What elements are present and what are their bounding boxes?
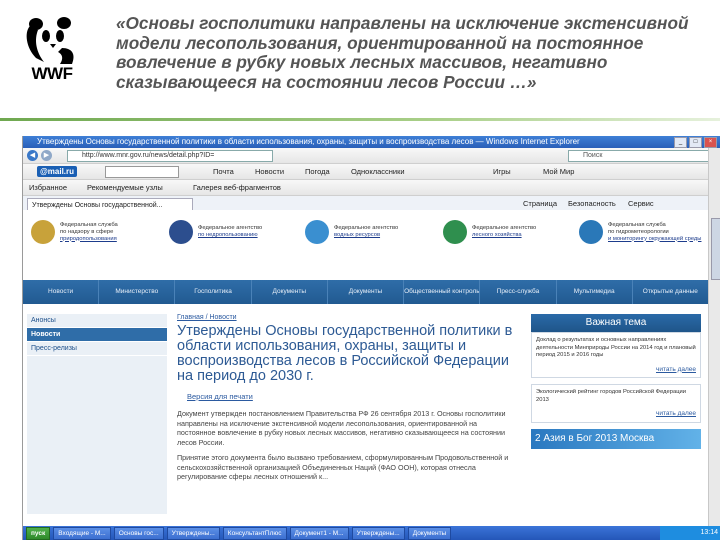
toolbar-weather[interactable]: Погода [305, 164, 330, 179]
taskbar-item[interactable]: Документы [407, 526, 452, 540]
nav-item[interactable]: Госполитика [175, 280, 252, 304]
emblem-icon [579, 220, 603, 244]
article-title: Утверждены Основы государственной полити… [177, 323, 513, 384]
minimize-button[interactable]: _ [674, 137, 687, 148]
search-input[interactable]: Поиск [568, 150, 714, 162]
toolbar-news[interactable]: Новости [255, 164, 284, 179]
web-page: Федеральная служба по надзору в сфере прир… [23, 210, 709, 528]
browser-screenshot: Утверждены Основы государственной полити… [22, 136, 720, 540]
taskbar-item[interactable]: КонсультантПлюс [222, 526, 287, 540]
org-link-4[interactable]: Федеральное агентство лесного хозяйства [443, 220, 536, 244]
sidebar-item-announcements[interactable]: Анонсы [27, 314, 167, 328]
divider [0, 118, 720, 121]
taskbar-item[interactable]: Утверждены... [166, 526, 220, 540]
nav-item[interactable]: Документы [328, 280, 405, 304]
org-line: Федеральная служба [608, 221, 666, 228]
emblem-icon [31, 220, 55, 244]
nav-item[interactable]: Министерство [99, 280, 176, 304]
wwf-logo-text: WWF [31, 64, 73, 83]
nav-item[interactable]: Общественный контроль [404, 280, 481, 304]
important-topic-heading: Важная тема [531, 314, 701, 332]
toolbar-mail[interactable]: Почта [213, 164, 234, 179]
sidebar-item-news[interactable]: Новости [27, 328, 167, 342]
toolbar-games[interactable]: Игры [493, 164, 511, 179]
org-line: по недропользованию [198, 232, 258, 238]
main-nav: Новости Министерство Госполитика Докумен… [23, 280, 709, 304]
suggested-sites-link[interactable]: Рекомендуемые узлы [87, 180, 163, 195]
topic-card: Доклад о результатах и основных направле… [531, 332, 701, 378]
org-line: Федеральное агентство [198, 225, 263, 231]
slide-quote: «Основы госполитики направлены на исключ… [116, 13, 689, 92]
org-link-3[interactable]: Федеральное агентство водных ресурсов [305, 220, 398, 244]
forward-icon[interactable]: ▶ [41, 150, 52, 161]
panda-icon [26, 17, 74, 64]
back-icon[interactable]: ◀ [27, 150, 38, 161]
emblem-icon [443, 220, 467, 244]
toolbar-myworld[interactable]: Мой Мир [543, 164, 574, 179]
article-paragraph: Документ утвержден постановлением Правит… [177, 409, 506, 447]
sidebar: Анонсы Новости Пресс-релизы [27, 314, 167, 514]
windows-taskbar: пуск Входящие - M... Основы гос... Утвер… [23, 526, 720, 540]
topic-card: Экологический рейтинг городов Российской… [531, 384, 701, 423]
site-header: Федеральная служба по надзору в сфере прир… [23, 210, 709, 280]
sidebar-item-press-releases[interactable]: Пресс-релизы [27, 342, 167, 356]
taskbar-item[interactable]: Основы гос... [113, 526, 164, 540]
nav-item[interactable]: Документы [252, 280, 328, 304]
nav-item[interactable]: Пресс-служба [480, 280, 557, 304]
slide-header: WWF «Основы госполитики направлены на ис… [0, 0, 720, 140]
system-clock[interactable]: 13:14 [660, 526, 720, 540]
nav-item[interactable]: Новости [23, 280, 100, 304]
mailru-search-input[interactable] [105, 166, 179, 178]
emblem-icon [169, 220, 193, 244]
org-line: Федеральное агентство [472, 225, 537, 231]
start-button[interactable]: пуск [26, 526, 51, 540]
read-more-link[interactable]: читать далее [536, 366, 696, 374]
org-line: по гидрометеорологии [608, 228, 669, 235]
maximize-button[interactable]: □ [689, 137, 702, 148]
article: Главная / Новости Утверждены Основы госу… [177, 314, 517, 524]
taskbar-item[interactable]: Утверждены... [351, 526, 405, 540]
org-line: по надзору в сфере [60, 228, 114, 235]
org-line: лесного хозяйства [472, 232, 522, 238]
address-bar-row: ◀ ▶ http://www.mnr.gov.ru/news/detail.ph… [23, 148, 720, 164]
breadcrumb[interactable]: Главная / Новости [177, 314, 517, 321]
mailru-toolbar: @mail.ru Почта Новости Погода Одноклассн… [23, 164, 720, 180]
org-line: Федеральная служба [60, 221, 118, 228]
taskbar-item[interactable]: Документ1 - M... [289, 526, 349, 540]
nav-item[interactable]: Мультимедиа [557, 280, 633, 304]
window-title: Утверждены Основы государственной полити… [37, 137, 580, 146]
window-titlebar: Утверждены Основы государственной полити… [23, 136, 720, 148]
favorites-button[interactable]: Избранное [29, 180, 67, 195]
wwf-logo: WWF [22, 14, 82, 94]
address-input[interactable]: http://www.mnr.gov.ru/news/detail.php?ID… [67, 150, 273, 162]
org-line: и мониторингу окружающей среды [608, 235, 702, 242]
topic-text: Доклад о результатах и основных направле… [536, 337, 696, 358]
nav-item[interactable]: Открытые данные [633, 280, 709, 304]
article-paragraph: Принятие этого документа было вызвано тр… [177, 453, 509, 481]
org-line: природопользования [60, 235, 117, 242]
org-link-1[interactable]: Федеральная служба по надзору в сфере прир… [31, 220, 118, 244]
emblem-icon [305, 220, 329, 244]
read-more-link[interactable]: читать далее [536, 410, 696, 418]
topic-text: Экологический рейтинг городов Российской… [536, 389, 687, 403]
vertical-scrollbar[interactable] [708, 148, 720, 528]
org-line: Федеральное агентство [334, 225, 399, 231]
scrollbar-thumb[interactable] [711, 218, 720, 280]
taskbar-item[interactable]: Входящие - M... [53, 526, 111, 540]
important-topic-panel: Важная тема Доклад о результатах и основ… [531, 314, 701, 524]
event-banner[interactable]: 2 Азия в Бог 2013 Москва [531, 428, 701, 449]
print-version-link[interactable]: Версия для печати [187, 392, 517, 401]
toolbar-ok[interactable]: Одноклассники [351, 164, 405, 179]
org-link-2[interactable]: Федеральное агентство по недропользованию [169, 220, 262, 244]
org-link-5[interactable]: Федеральная служба по гидрометеорологии и … [579, 220, 701, 244]
org-line: водных ресурсов [334, 232, 381, 238]
favorites-bar: Избранное Рекомендуемые узлы Галерея веб… [23, 180, 720, 196]
close-button[interactable]: × [704, 137, 717, 148]
web-slice-gallery-link[interactable]: Галерея веб-фрагментов [193, 180, 281, 195]
mailru-logo[interactable]: @mail.ru [37, 166, 78, 177]
